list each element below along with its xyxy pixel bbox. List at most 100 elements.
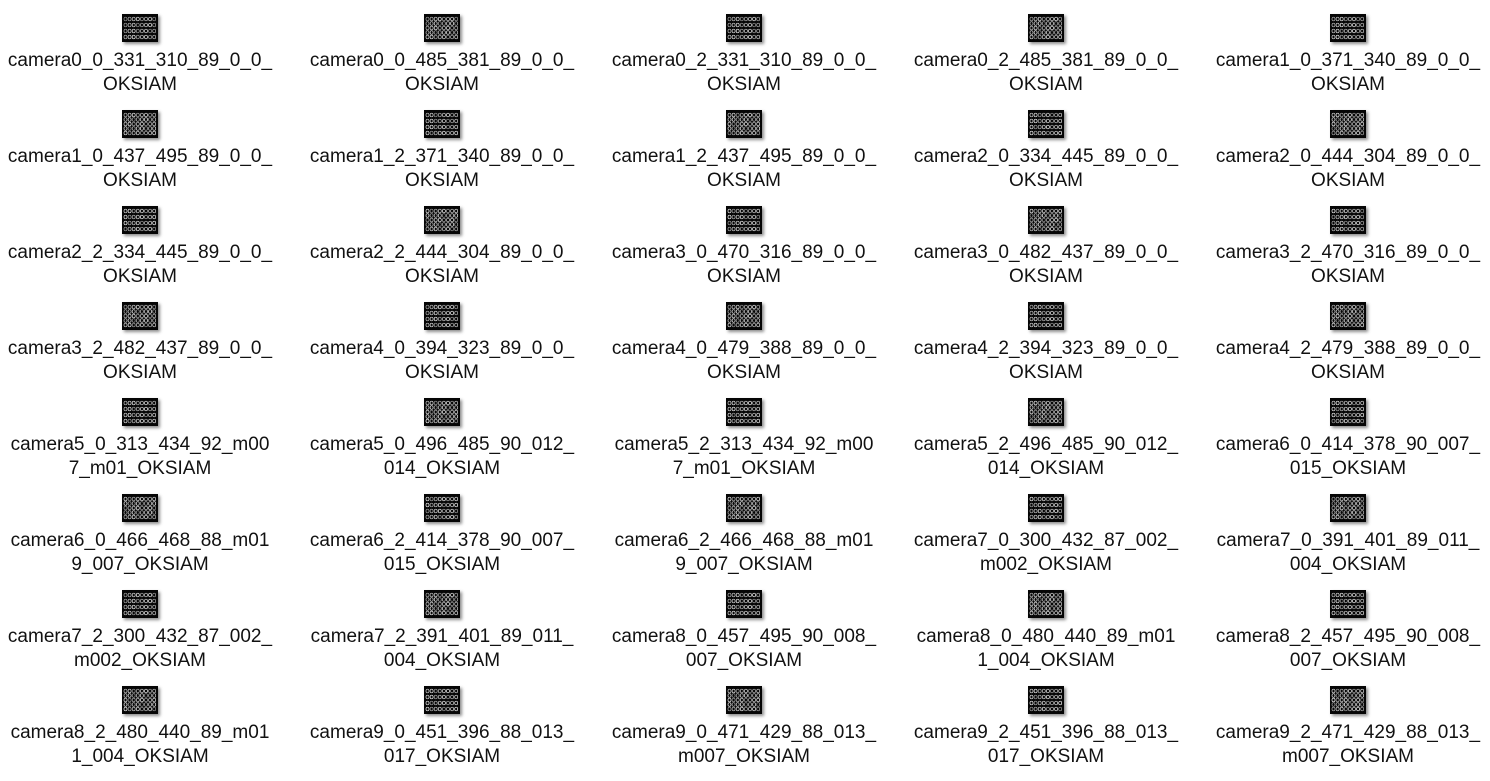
image-thumbnail-icon[interactable] [1330, 590, 1366, 618]
file-item[interactable]: camera9_0_451_396_88_013_ 017_OKSIAM [302, 686, 582, 776]
image-thumbnail-icon[interactable] [424, 302, 460, 330]
image-thumbnail-icon[interactable] [122, 206, 158, 234]
file-item[interactable]: camera7_0_391_401_89_011_ 004_OKSIAM [1208, 494, 1488, 584]
file-name-label[interactable]: camera5_0_313_434_92_m00 7_m01_OKSIAM [0, 433, 280, 481]
file-item[interactable]: camera4_2_479_388_89_0_0_ OKSIAM [1208, 302, 1488, 392]
file-name-label[interactable]: camera5_2_496_485_90_012_ 014_OKSIAM [906, 433, 1186, 481]
image-thumbnail-icon[interactable] [122, 302, 158, 330]
image-thumbnail-icon[interactable] [1330, 110, 1366, 138]
file-item[interactable]: camera7_2_300_432_87_002_ m002_OKSIAM [0, 590, 280, 680]
file-name-label[interactable]: camera3_0_482_437_89_0_0_ OKSIAM [906, 241, 1186, 289]
file-item[interactable]: camera8_2_457_495_90_008_ 007_OKSIAM [1208, 590, 1488, 680]
file-name-label[interactable]: camera8_2_480_440_89_m01 1_004_OKSIAM [0, 721, 280, 769]
file-item[interactable]: camera4_0_394_323_89_0_0_ OKSIAM [302, 302, 582, 392]
file-item[interactable]: camera0_2_331_310_89_0_0_ OKSIAM [604, 14, 884, 104]
image-thumbnail-icon[interactable] [1330, 302, 1366, 330]
image-thumbnail-icon[interactable] [1028, 494, 1064, 522]
image-thumbnail-icon[interactable] [424, 398, 460, 426]
file-name-label[interactable]: camera0_0_485_381_89_0_0_ OKSIAM [302, 49, 582, 97]
file-item[interactable]: camera7_0_300_432_87_002_ m002_OKSIAM [906, 494, 1186, 584]
image-thumbnail-icon[interactable] [726, 398, 762, 426]
file-name-label[interactable]: camera0_0_331_310_89_0_0_ OKSIAM [0, 49, 280, 97]
file-name-label[interactable]: camera2_2_444_304_89_0_0_ OKSIAM [302, 241, 582, 289]
file-item[interactable]: camera9_0_471_429_88_013_ m007_OKSIAM [604, 686, 884, 776]
image-thumbnail-icon[interactable] [1028, 14, 1064, 42]
file-item[interactable]: camera2_0_334_445_89_0_0_ OKSIAM [906, 110, 1186, 200]
image-thumbnail-icon[interactable] [122, 14, 158, 42]
file-name-label[interactable]: camera7_0_300_432_87_002_ m002_OKSIAM [906, 529, 1186, 577]
file-item[interactable]: camera6_0_466_468_88_m01 9_007_OKSIAM [0, 494, 280, 584]
file-item[interactable]: camera5_2_313_434_92_m00 7_m01_OKSIAM [604, 398, 884, 488]
image-thumbnail-icon[interactable] [1330, 494, 1366, 522]
file-item[interactable]: camera1_0_437_495_89_0_0_ OKSIAM [0, 110, 280, 200]
file-name-label[interactable]: camera6_0_466_468_88_m01 9_007_OKSIAM [0, 529, 280, 577]
image-thumbnail-icon[interactable] [1028, 302, 1064, 330]
file-item[interactable]: camera9_2_451_396_88_013_ 017_OKSIAM [906, 686, 1186, 776]
image-thumbnail-icon[interactable] [122, 110, 158, 138]
file-item[interactable]: camera5_2_496_485_90_012_ 014_OKSIAM [906, 398, 1186, 488]
file-name-label[interactable]: camera7_2_300_432_87_002_ m002_OKSIAM [0, 625, 280, 673]
image-thumbnail-icon[interactable] [424, 110, 460, 138]
file-name-label[interactable]: camera6_0_414_378_90_007_ 015_OKSIAM [1208, 433, 1488, 481]
file-item[interactable]: camera3_2_470_316_89_0_0_ OKSIAM [1208, 206, 1488, 296]
file-item[interactable]: camera2_0_444_304_89_0_0_ OKSIAM [1208, 110, 1488, 200]
file-item[interactable]: camera2_2_334_445_89_0_0_ OKSIAM [0, 206, 280, 296]
file-name-label[interactable]: camera5_2_313_434_92_m00 7_m01_OKSIAM [604, 433, 884, 481]
image-thumbnail-icon[interactable] [726, 14, 762, 42]
file-name-label[interactable]: camera2_2_334_445_89_0_0_ OKSIAM [0, 241, 280, 289]
image-thumbnail-icon[interactable] [1330, 686, 1366, 714]
file-item[interactable]: camera3_0_470_316_89_0_0_ OKSIAM [604, 206, 884, 296]
file-item[interactable]: camera4_2_394_323_89_0_0_ OKSIAM [906, 302, 1186, 392]
file-name-label[interactable]: camera6_2_466_468_88_m01 9_007_OKSIAM [604, 529, 884, 577]
image-thumbnail-icon[interactable] [1330, 14, 1366, 42]
file-item[interactable]: camera5_0_496_485_90_012_ 014_OKSIAM [302, 398, 582, 488]
file-name-label[interactable]: camera0_2_485_381_89_0_0_ OKSIAM [906, 49, 1186, 97]
image-thumbnail-icon[interactable] [424, 14, 460, 42]
file-name-label[interactable]: camera9_0_451_396_88_013_ 017_OKSIAM [302, 721, 582, 769]
image-thumbnail-icon[interactable] [726, 494, 762, 522]
file-name-label[interactable]: camera1_2_371_340_89_0_0_ OKSIAM [302, 145, 582, 193]
file-item[interactable]: camera3_0_482_437_89_0_0_ OKSIAM [906, 206, 1186, 296]
file-name-label[interactable]: camera5_0_496_485_90_012_ 014_OKSIAM [302, 433, 582, 481]
file-item[interactable]: camera6_2_414_378_90_007_ 015_OKSIAM [302, 494, 582, 584]
file-item[interactable]: camera4_0_479_388_89_0_0_ OKSIAM [604, 302, 884, 392]
image-thumbnail-icon[interactable] [122, 398, 158, 426]
file-item[interactable]: camera9_2_471_429_88_013_ m007_OKSIAM [1208, 686, 1488, 776]
image-thumbnail-icon[interactable] [726, 206, 762, 234]
file-name-label[interactable]: camera0_2_331_310_89_0_0_ OKSIAM [604, 49, 884, 97]
image-thumbnail-icon[interactable] [424, 494, 460, 522]
image-thumbnail-icon[interactable] [424, 686, 460, 714]
image-thumbnail-icon[interactable] [726, 110, 762, 138]
file-name-label[interactable]: camera3_0_470_316_89_0_0_ OKSIAM [604, 241, 884, 289]
file-item[interactable]: camera8_0_480_440_89_m01 1_004_OKSIAM [906, 590, 1186, 680]
file-item[interactable]: camera6_0_414_378_90_007_ 015_OKSIAM [1208, 398, 1488, 488]
file-item[interactable]: camera1_2_371_340_89_0_0_ OKSIAM [302, 110, 582, 200]
image-thumbnail-icon[interactable] [1028, 398, 1064, 426]
image-thumbnail-icon[interactable] [1028, 686, 1064, 714]
file-item[interactable]: camera8_0_457_495_90_008_ 007_OKSIAM [604, 590, 884, 680]
file-item[interactable]: camera7_2_391_401_89_011_ 004_OKSIAM [302, 590, 582, 680]
file-name-label[interactable]: camera4_2_479_388_89_0_0_ OKSIAM [1208, 337, 1488, 385]
image-thumbnail-icon[interactable] [726, 302, 762, 330]
file-item[interactable]: camera0_0_485_381_89_0_0_ OKSIAM [302, 14, 582, 104]
file-name-label[interactable]: camera9_2_471_429_88_013_ m007_OKSIAM [1208, 721, 1488, 769]
file-item[interactable]: camera0_0_331_310_89_0_0_ OKSIAM [0, 14, 280, 104]
file-item[interactable]: camera1_0_371_340_89_0_0_ OKSIAM [1208, 14, 1488, 104]
image-thumbnail-icon[interactable] [726, 590, 762, 618]
file-item[interactable]: camera5_0_313_434_92_m00 7_m01_OKSIAM [0, 398, 280, 488]
file-name-label[interactable]: camera3_2_482_437_89_0_0_ OKSIAM [0, 337, 280, 385]
image-thumbnail-icon[interactable] [424, 206, 460, 234]
file-name-label[interactable]: camera8_0_480_440_89_m01 1_004_OKSIAM [906, 625, 1186, 673]
image-thumbnail-icon[interactable] [726, 686, 762, 714]
file-item[interactable]: camera6_2_466_468_88_m01 9_007_OKSIAM [604, 494, 884, 584]
file-name-label[interactable]: camera4_0_479_388_89_0_0_ OKSIAM [604, 337, 884, 385]
image-thumbnail-icon[interactable] [122, 590, 158, 618]
file-name-label[interactable]: camera3_2_470_316_89_0_0_ OKSIAM [1208, 241, 1488, 289]
file-item[interactable]: camera8_2_480_440_89_m01 1_004_OKSIAM [0, 686, 280, 776]
image-thumbnail-icon[interactable] [424, 590, 460, 618]
file-name-label[interactable]: camera1_0_371_340_89_0_0_ OKSIAM [1208, 49, 1488, 97]
file-name-label[interactable]: camera8_0_457_495_90_008_ 007_OKSIAM [604, 625, 884, 673]
image-thumbnail-icon[interactable] [1028, 206, 1064, 234]
file-name-label[interactable]: camera4_2_394_323_89_0_0_ OKSIAM [906, 337, 1186, 385]
image-thumbnail-icon[interactable] [122, 686, 158, 714]
